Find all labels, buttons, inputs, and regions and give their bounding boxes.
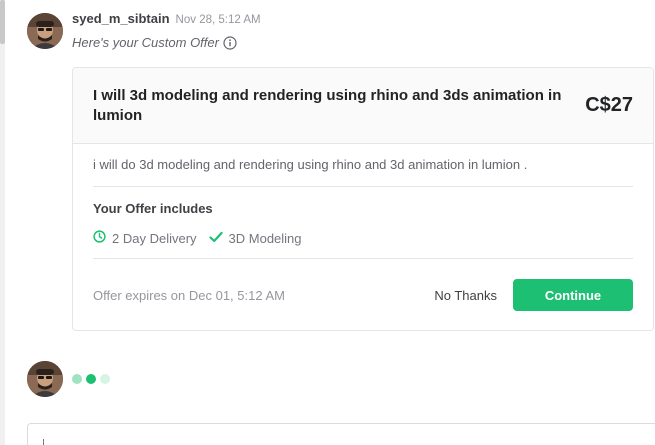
- scrollbar-thumb[interactable]: [0, 0, 5, 44]
- offer-footer: Offer expires on Dec 01, 5:12 AM No Than…: [73, 259, 653, 330]
- offer-intro: Here's your Custom Offer: [72, 35, 237, 50]
- custom-offer-card: I will 3d modeling and rendering using r…: [72, 67, 654, 331]
- include-item-modeling: 3D Modeling: [208, 230, 302, 246]
- text-cursor: [43, 439, 44, 445]
- left-scrollbar[interactable]: [0, 0, 5, 445]
- check-icon: [208, 231, 223, 246]
- offer-header: I will 3d modeling and rendering using r…: [73, 68, 653, 144]
- offer-title: I will 3d modeling and rendering using r…: [93, 86, 562, 124]
- offer-price: C$27: [585, 94, 633, 116]
- include-item-delivery: 2 Day Delivery: [93, 230, 197, 246]
- username[interactable]: syed_m_sibtain: [72, 11, 170, 26]
- info-icon[interactable]: [223, 35, 237, 50]
- include-label: 2 Day Delivery: [112, 230, 197, 246]
- message-timestamp: Nov 28, 5:12 AM: [175, 14, 261, 26]
- typing-dot: [100, 374, 110, 384]
- typing-avatar[interactable]: [27, 361, 63, 397]
- clock-icon: [93, 230, 106, 246]
- offer-description: i will do 3d modeling and rendering usin…: [93, 144, 633, 187]
- continue-button[interactable]: Continue: [513, 279, 633, 311]
- no-thanks-button[interactable]: No Thanks: [434, 288, 497, 303]
- include-label: 3D Modeling: [228, 230, 302, 246]
- typing-dot: [86, 374, 96, 384]
- offer-body: i will do 3d modeling and rendering usin…: [73, 144, 653, 259]
- message-header: syed_m_sibtain Nov 28, 5:12 AM: [72, 11, 261, 26]
- typing-indicator: [72, 374, 110, 384]
- offer-includes-list: 2 Day Delivery 3D Modeling: [93, 228, 633, 248]
- avatar[interactable]: [27, 13, 63, 49]
- offer-actions: No Thanks Continue: [434, 279, 633, 311]
- message-input[interactable]: [27, 423, 655, 445]
- offer-expiry: Offer expires on Dec 01, 5:12 AM: [93, 287, 285, 303]
- offer-includes-title: Your Offer includes: [93, 201, 213, 216]
- offer-intro-text: Here's your Custom Offer: [72, 35, 219, 50]
- typing-dot: [72, 374, 82, 384]
